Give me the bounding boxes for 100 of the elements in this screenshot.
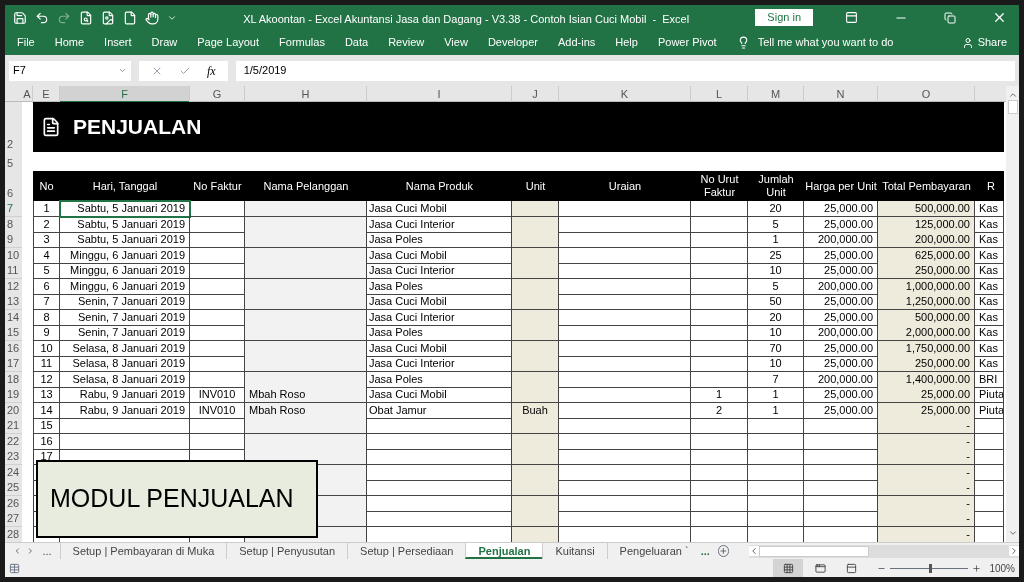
table-cell: 20 [748, 201, 804, 217]
table-cell: Minggu, 6 Januari 2019 [60, 247, 190, 264]
column-heading: Harga per Unit [805, 179, 877, 193]
row-header[interactable]: 6 [5, 171, 22, 201]
table-cell: 7 [33, 294, 60, 310]
table-cell: 10 [748, 325, 804, 341]
table-cell: 500,000.00 [878, 201, 975, 217]
table-cell: 200,000.00 [878, 232, 975, 248]
table-cell: - [878, 418, 975, 434]
ribbon-tab[interactable]: Data [344, 34, 369, 51]
column-heading: No Urut Faktur [699, 173, 740, 199]
table-cell: 10 [748, 356, 804, 372]
table-cell: Senin, 7 Januari 2019 [60, 309, 190, 326]
table-cell: Jasa Cuci Mobil [367, 340, 512, 357]
table-cell: Jasa Poles [367, 278, 512, 295]
table-cell: Jasa Poles [367, 325, 512, 341]
caption-box: MODUL PENJUALAN [36, 460, 318, 538]
column-heading: Uraian [608, 179, 642, 193]
ribbon-tab[interactable]: Add-ins [558, 34, 596, 51]
more-sheets-button[interactable]: ... [700, 542, 718, 560]
table-cell: Kas [975, 340, 1004, 357]
tell-me-field[interactable]: Tell me what you want to do [757, 34, 894, 51]
row-header[interactable]: 11 [5, 263, 22, 279]
table-cell: Jasa Poles [367, 371, 512, 388]
column-heading: Unit [525, 179, 546, 193]
table-cell: 4 [33, 247, 60, 264]
sheet-tab[interactable]: Penjualan [465, 543, 543, 559]
table-cell: 6 [33, 278, 60, 295]
ribbon-tab[interactable]: View [444, 34, 468, 51]
table-cell: Jasa Cuci Interior [367, 309, 512, 326]
ribbon-tab[interactable]: Formulas [279, 34, 325, 51]
ribbon-tab[interactable]: Developer [487, 34, 538, 51]
row-header[interactable]: 25 [5, 480, 22, 496]
ribbon-tab[interactable]: Insert [104, 34, 132, 51]
sheet-title: PENJUALAN [73, 114, 202, 141]
ribbon-tab[interactable]: Page Layout [197, 34, 260, 51]
table-cell: 13 [33, 387, 60, 403]
formula-field[interactable]: 1/5/2019 [235, 60, 1015, 81]
table-cell: Rabu, 9 Januari 2019 [60, 387, 190, 403]
table-cell: 70 [748, 340, 804, 357]
table-cell: Jasa Cuci Interior [367, 356, 512, 372]
more-sheets-button[interactable]: ... [34, 542, 60, 560]
row-header[interactable]: 2 [5, 102, 22, 152]
table-cell: 1 [748, 232, 804, 248]
table-cell: Kas [975, 247, 1004, 264]
table-cell: Jasa Cuci Mobil [367, 201, 512, 217]
insert-function-button[interactable]: fx [207, 61, 216, 80]
row-header[interactable]: 13 [5, 294, 22, 310]
row-header[interactable]: 27 [5, 511, 22, 527]
sign-in-button[interactable]: Sign in [755, 9, 813, 26]
name-box[interactable]: F7 [9, 60, 131, 81]
table-cell: 1 [33, 201, 60, 217]
table-cell: Kas [975, 263, 1004, 279]
row-header[interactable]: 5 [5, 156, 22, 171]
table-cell: Minggu, 6 Januari 2019 [60, 263, 190, 279]
table-cell: 25 [748, 247, 804, 264]
table-cell: - [878, 449, 975, 465]
table-cell: 2 [33, 216, 60, 233]
table-cell: 10 [748, 263, 804, 279]
row-header[interactable]: 9 [5, 232, 22, 248]
share-button[interactable]: Share [977, 34, 1007, 51]
table-cell: Kas [975, 232, 1004, 248]
row-header[interactable]: 17 [5, 356, 22, 372]
column-heading: Hari, Tanggal [92, 179, 158, 193]
table-cell: Senin, 7 Januari 2019 [60, 325, 190, 341]
table-cell: Sabtu, 5 Januari 2019 [60, 232, 190, 248]
column-heading: R [986, 179, 996, 193]
table-cell: Obat Jamur [367, 402, 512, 419]
column-heading: No Faktur [193, 179, 242, 193]
table-cell: Mbah Roso [245, 387, 367, 403]
table-cell: 14 [33, 402, 60, 419]
table-cell: Kas [975, 294, 1004, 310]
table-cell: Minggu, 6 Januari 2019 [60, 278, 190, 295]
ribbon-tab[interactable]: Draw [151, 34, 178, 51]
table-cell: 50 [748, 294, 804, 310]
column-heading: Jumlah Unit [757, 173, 795, 199]
ribbon-tab[interactable]: Home [54, 34, 85, 51]
ribbon-tab[interactable]: Power Pivot [657, 34, 717, 51]
table-cell: 20 [748, 309, 804, 326]
column-header[interactable]: F [60, 86, 190, 103]
table-cell: Jasa Cuci Interior [367, 263, 512, 279]
column-heading: No [39, 179, 54, 193]
zoom-level[interactable]: 100% [989, 560, 1015, 576]
table-cell: Selasa, 8 Januari 2019 [60, 371, 190, 388]
table-cell: Sabtu, 5 Januari 2019 [60, 216, 190, 233]
table-cell: Kas [975, 278, 1004, 295]
ribbon-tab[interactable]: Review [388, 34, 425, 51]
table-cell: - [878, 480, 975, 496]
ribbon-tab[interactable]: Help [615, 34, 638, 51]
table-cell: 250,000.00 [878, 263, 975, 279]
row-header[interactable]: 23 [5, 449, 22, 465]
window-title: XL Akoontan - Excel Akuntansi Jasa dan Dagang - V3.38 - Contoh Isian Cuci Mobil - Excel [243, 12, 690, 25]
table-cell: - [878, 511, 975, 527]
row-header[interactable]: 15 [5, 325, 22, 341]
row-header[interactable]: 7 [5, 201, 22, 217]
row-header[interactable]: 21 [5, 418, 22, 434]
table-cell: Selasa, 8 Januari 2019 [60, 356, 190, 372]
column-heading: Total Pembayaran [882, 179, 971, 193]
row-header[interactable]: 19 [5, 387, 22, 403]
ribbon-tab[interactable]: File [17, 34, 35, 51]
